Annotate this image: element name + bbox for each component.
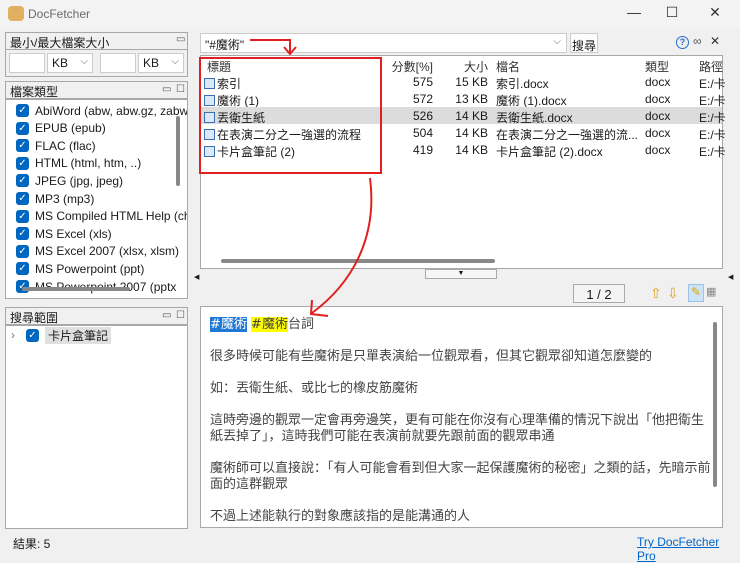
annotation-arrow <box>309 177 373 317</box>
annotation-arrow <box>250 39 297 56</box>
annotation-box <box>199 57 382 174</box>
annotation-overlay <box>199 39 382 317</box>
